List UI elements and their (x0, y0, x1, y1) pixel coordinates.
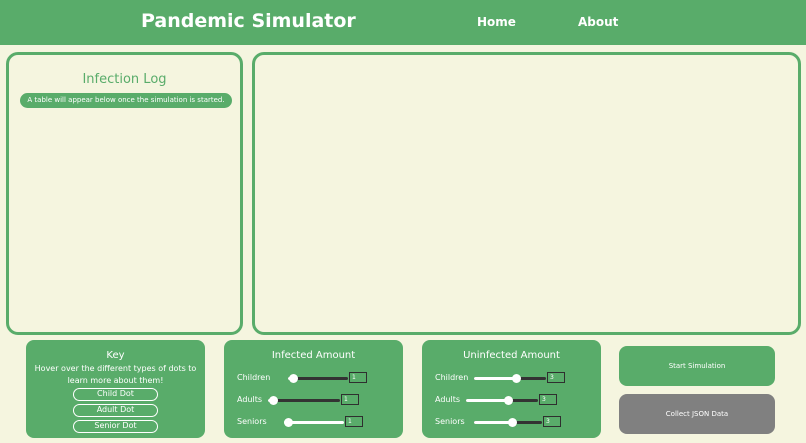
slider-thumb[interactable] (284, 418, 293, 427)
uninfected-seniors-slider[interactable] (474, 418, 542, 427)
nav-about-link[interactable]: About (578, 15, 618, 29)
child-dot-button[interactable]: Child Dot (73, 388, 158, 401)
key-description: Hover over the different types of dots t… (34, 364, 197, 385)
slider-thumb[interactable] (508, 418, 517, 427)
nav-home-link[interactable]: Home (477, 15, 516, 29)
slider-thumb[interactable] (512, 374, 521, 383)
infected-children-row: Children (224, 371, 403, 385)
uninfected-amount-title: Uninfected Amount (463, 350, 560, 361)
infected-amount-title: Infected Amount (271, 350, 356, 361)
infected-adults-row: Adults (224, 393, 403, 407)
infected-seniors-slider[interactable] (284, 418, 344, 427)
uninfected-adults-label: Adults (435, 395, 461, 404)
uninfected-seniors-label: Seniors (435, 417, 465, 426)
adult-dot-button[interactable]: Adult Dot (73, 404, 158, 417)
uninfected-seniors-input[interactable] (543, 416, 561, 427)
uninfected-children-label: Children (435, 373, 469, 382)
infected-adults-label: Adults (237, 395, 263, 404)
uninfected-amount-card: Uninfected Amount Children Adults Senior… (422, 340, 601, 438)
infected-children-label: Children (237, 373, 271, 382)
key-card: Key Hover over the different types of do… (26, 340, 205, 438)
senior-dot-button[interactable]: Senior Dot (73, 420, 158, 433)
uninfected-seniors-row: Seniors (422, 415, 601, 429)
infected-seniors-row: Seniors (224, 415, 403, 429)
uninfected-children-input[interactable] (547, 372, 565, 383)
infected-adults-slider[interactable] (268, 396, 340, 405)
infection-log-panel: Infection Log A table will appear below … (6, 52, 243, 335)
uninfected-adults-input[interactable] (539, 394, 557, 405)
infected-children-slider[interactable] (288, 374, 348, 383)
collect-json-data-button[interactable]: Collect JSON Data (619, 394, 775, 434)
uninfected-adults-row: Adults (422, 393, 601, 407)
app-title: Pandemic Simulator (141, 10, 356, 32)
slider-thumb[interactable] (269, 396, 278, 405)
infected-seniors-label: Seniors (237, 417, 267, 426)
simulation-canvas[interactable] (252, 52, 801, 335)
infection-log-hint: A table will appear below once the simul… (20, 93, 232, 108)
slider-thumb[interactable] (504, 396, 513, 405)
key-title: Key (106, 350, 125, 361)
uninfected-children-row: Children (422, 371, 601, 385)
infected-amount-card: Infected Amount Children Adults Seniors (224, 340, 403, 438)
infected-children-input[interactable] (349, 372, 367, 383)
infection-log-title: Infection Log (82, 72, 167, 87)
navbar: Pandemic Simulator Home About (0, 0, 806, 45)
infected-adults-input[interactable] (341, 394, 359, 405)
uninfected-children-slider[interactable] (474, 374, 546, 383)
slider-thumb[interactable] (289, 374, 298, 383)
uninfected-adults-slider[interactable] (466, 396, 538, 405)
infected-seniors-input[interactable] (345, 416, 363, 427)
start-simulation-button[interactable]: Start Simulation (619, 346, 775, 386)
